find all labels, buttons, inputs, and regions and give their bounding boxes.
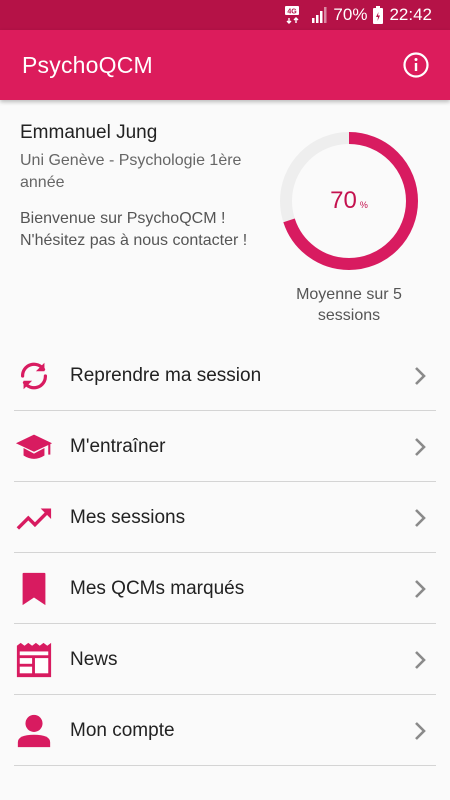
profile-section: Emmanuel Jung Uni Genève - Psychologie 1…: [20, 122, 270, 252]
chevron-right-icon: [410, 364, 430, 388]
network-icon: 4G: [285, 6, 307, 24]
info-icon: [403, 52, 429, 78]
menu-item-label: Mon compte: [70, 719, 175, 741]
menu-item-my-account[interactable]: Mon compte: [0, 695, 450, 766]
trending-up-icon: [14, 498, 54, 538]
chevron-right-icon: [410, 506, 430, 530]
menu-item-resume-session[interactable]: Reprendre ma session: [0, 340, 450, 411]
menu-item-my-sessions[interactable]: Mes sessions: [0, 482, 450, 553]
chevron-right-icon: [410, 648, 430, 672]
chevron-right-icon: [410, 719, 430, 743]
clock-time: 22:42: [389, 5, 432, 24]
progress-value: 70: [330, 187, 357, 214]
welcome-message: Bienvenue sur PsychoQCM ! N'hésitez pas …: [20, 210, 248, 249]
chevron-right-icon: [410, 577, 430, 601]
status-icons: 4G: [285, 6, 327, 24]
user-name: Emmanuel Jung: [20, 122, 158, 143]
status-bar: 4G 70% 22:42: [0, 0, 450, 30]
battery-percentage: 70%: [333, 5, 368, 24]
menu-item-label: Mes sessions: [70, 506, 186, 528]
menu-item-label: Reprendre ma session: [70, 364, 262, 386]
menu-item-label: Mes QCMs marqués: [70, 577, 245, 599]
user-school: Uni Genève - Psychologie 1ère année: [20, 152, 242, 191]
menu-item-label: M'entraîner: [70, 435, 166, 457]
menu-item-train[interactable]: M'entraîner: [0, 411, 450, 482]
signal-icon: [311, 7, 327, 23]
bookmark-icon: [14, 569, 54, 609]
chevron-right-icon: [410, 435, 430, 459]
average-label: Moyenne sur 5 sessions: [296, 286, 402, 324]
graduation-cap-icon: [14, 427, 54, 467]
average-score-ring: 70 %: [278, 130, 420, 272]
progress-unit: %: [359, 200, 368, 210]
battery-icon: [373, 6, 384, 24]
menu-item-label: News: [70, 648, 118, 670]
refresh-icon: [14, 356, 54, 396]
app-title: PsychoQCM: [22, 51, 153, 78]
menu-item-news[interactable]: News: [0, 624, 450, 695]
progress-text: 70 %: [278, 130, 420, 272]
app-bar: PsychoQCM: [0, 30, 450, 100]
info-button[interactable]: [400, 49, 432, 81]
newspaper-icon: [14, 640, 54, 680]
menu-item-bookmarked-qcms[interactable]: Mes QCMs marqués: [0, 553, 450, 624]
network-type-label: 4G: [288, 9, 298, 16]
main-menu: Reprendre ma session M'entraîner Mes ses…: [0, 340, 450, 766]
person-icon: [14, 711, 54, 751]
